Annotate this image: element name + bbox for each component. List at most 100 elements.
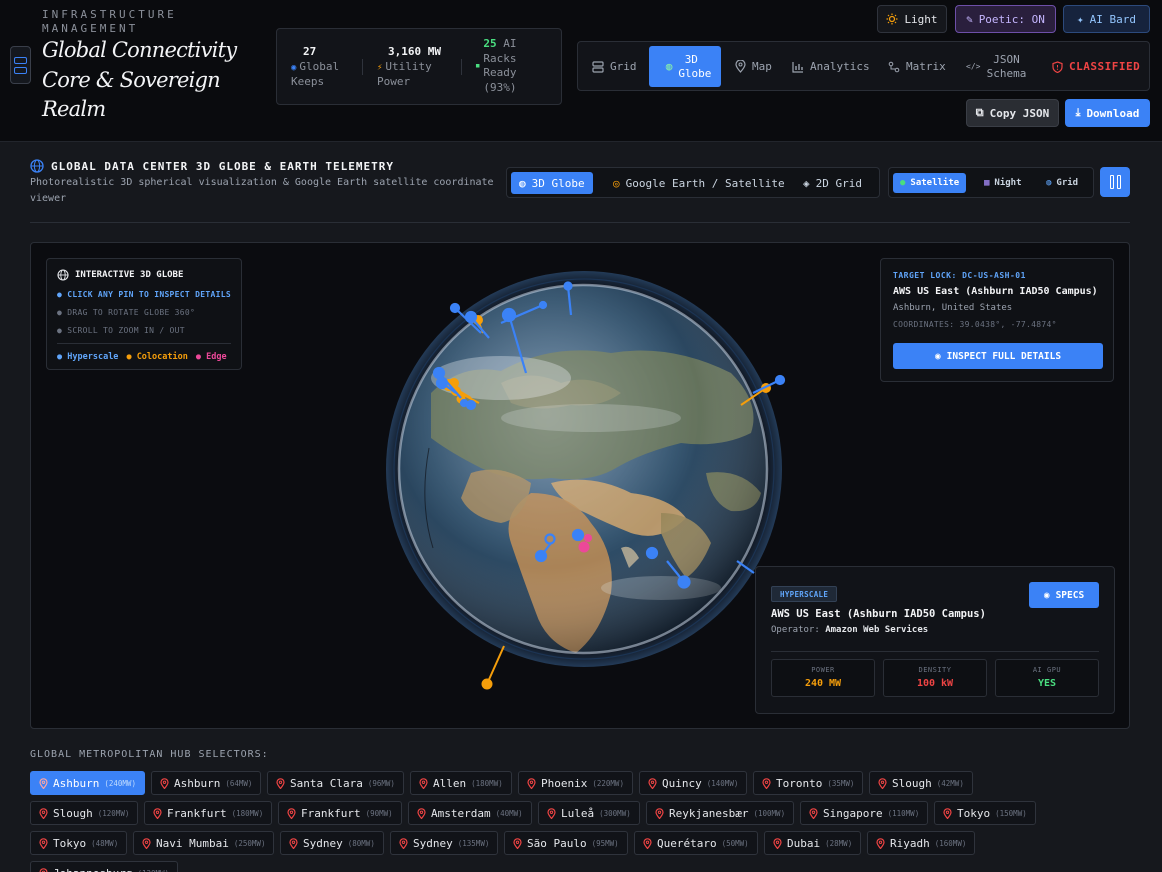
app-header: INFRASTRUCTURE MANAGEMENT Global Connect… (0, 0, 1162, 142)
hub-chip[interactable]: Sydney (80MW) (280, 831, 384, 855)
hub-capacity: (95MW) (591, 838, 619, 848)
hub-chip[interactable]: Luleå (300MW) (538, 801, 640, 825)
copy-json-button[interactable]: ⧉ Copy JSON (966, 99, 1059, 127)
legend-colocation: ● Colocation (126, 352, 188, 362)
tab-grid[interactable]: Grid (586, 46, 643, 87)
hub-chip[interactable]: Slough (42MW) (869, 771, 973, 795)
hub-chip[interactable]: Allen (180MW) (410, 771, 512, 795)
earth-sphere[interactable] (397, 283, 769, 655)
map-pin-icon (276, 777, 285, 789)
map-pin-icon (643, 837, 652, 849)
hub-capacity: (140MW) (706, 778, 739, 788)
hub-name: Dubai (787, 836, 821, 850)
poetic-toggle-button[interactable]: ✎ Poetic: ON (955, 5, 1056, 33)
hub-capacity: (135MW) (457, 838, 490, 848)
hub-name: Amsterdam (431, 806, 491, 820)
tab-analytics[interactable]: Analytics (786, 46, 876, 87)
map-pin-icon (655, 807, 664, 819)
hub-capacity: (110MW) (887, 808, 920, 818)
hub-chip[interactable]: Navi Mumbai (250MW) (133, 831, 275, 855)
sparkles-icon: ✦ (1077, 12, 1084, 26)
hub-chip[interactable]: Quincy (140MW) (639, 771, 748, 795)
help-line-drag: ● DRAG TO ROTATE GLOBE 360° (57, 308, 196, 317)
legend-edge: ● Edge (195, 352, 227, 362)
hub-capacity: (180MW) (471, 778, 503, 788)
hub-capacity: (100MW) (753, 808, 786, 818)
hub-chip[interactable]: Sydney (135MW) (390, 831, 499, 855)
hub-chip[interactable]: Tokyo (150MW) (934, 801, 1036, 825)
hub-capacity: (120MW) (97, 808, 130, 818)
hub-chip[interactable]: Toronto (35MW) (753, 771, 864, 795)
hub-chip[interactable]: Tokyo (48MW) (30, 831, 128, 855)
help-line-scroll: ● SCROLL TO ZOOM IN / OUT (57, 326, 185, 335)
download-icon: ⤓ (1075, 106, 1081, 119)
hub-capacity: (240MW) (104, 778, 136, 788)
ai-bard-button[interactable]: ✦ AI Bard (1063, 5, 1150, 33)
hub-name: Slough (892, 776, 932, 790)
legend-hyperscale: ● Hyperscale (57, 352, 119, 362)
split-view-button[interactable] (1100, 167, 1130, 197)
layer-night[interactable]: ▦ Night (977, 173, 1029, 193)
map-pin-icon (289, 837, 298, 849)
hub-capacity: (250MW) (233, 838, 266, 848)
hub-name: Tokyo (53, 836, 87, 850)
hub-chip[interactable]: Frankfurt (90MW) (278, 801, 402, 825)
mode-3d-globe[interactable]: ◍ 3D Globe (511, 172, 593, 194)
download-button[interactable]: ⤓ Download (1065, 99, 1150, 127)
header-eyebrow: INFRASTRUCTURE MANAGEMENT (42, 8, 177, 35)
tab-classified[interactable]: CLASSIFIED (1046, 46, 1146, 87)
hub-chip[interactable]: Dubai (28MW) (764, 831, 862, 855)
hub-chip[interactable]: Slough (120MW) (30, 801, 139, 825)
map-pin-icon (762, 777, 771, 789)
tab-matrix[interactable]: Matrix (882, 46, 952, 87)
chip-icon: ▪ (475, 61, 481, 71)
target-lock-id: TARGET LOCK: DC-US-ASH-01 (893, 271, 1026, 280)
light-theme-button[interactable]: Light (877, 5, 947, 33)
hub-name: Allen (433, 776, 467, 790)
view-switcher: Grid ◍ 3D Globe Map Analytics Matrix </>… (577, 41, 1150, 91)
hub-chip[interactable]: Phoenix (220MW) (518, 771, 633, 795)
city-lights-icon: ▦ (984, 178, 990, 188)
target-name: AWS US East (Ashburn IAD50 Campus) (893, 286, 1098, 297)
hub-chip[interactable]: Frankfurt (180MW) (144, 801, 273, 825)
mode-2d-grid[interactable]: ◈ 2D Grid (795, 172, 870, 194)
tab-3d-globe[interactable]: ◍ 3D Globe (649, 46, 721, 87)
stat-global-keeps: 27 ◉ Global Keeps (291, 45, 340, 88)
map-pin-icon (547, 807, 556, 819)
map-pin-icon (417, 807, 426, 819)
hub-chip[interactable]: Ashburn (64MW) (151, 771, 262, 795)
hub-chip[interactable]: Singapore (110MW) (800, 801, 929, 825)
hub-chip[interactable]: Amsterdam (40MW) (408, 801, 532, 825)
hub-capacity: (64MW) (225, 778, 253, 788)
globe-viewer[interactable]: INTERACTIVE 3D GLOBE ● CLICK ANY PIN TO … (30, 242, 1130, 729)
hub-name: Luleå (561, 806, 595, 820)
hub-name: Toronto (776, 776, 823, 790)
hub-capacity: (220MW) (592, 778, 624, 788)
layer-grid[interactable]: ◍ Grid (1039, 173, 1085, 193)
mode-google-earth[interactable]: ◎ Google Earth / Satellite (605, 172, 793, 194)
tab-json-schema[interactable]: </> JSON Schema (960, 46, 1032, 87)
layer-switcher: ● Satellite ▦ Night ◍ Grid (888, 167, 1094, 198)
metric-density: DENSITY 100 kW (883, 659, 987, 697)
map-pin-icon (39, 867, 48, 872)
hub-capacity: (40MW) (495, 808, 523, 818)
datacenter-name: AWS US East (Ashburn IAD50 Campus) (771, 608, 986, 620)
map-pin-icon (39, 807, 48, 819)
specs-button[interactable]: ◉ SPECS (1029, 582, 1099, 608)
tab-map[interactable]: Map (729, 46, 778, 87)
hub-name: Riyadh (890, 836, 930, 850)
hub-chip[interactable]: Ashburn (240MW) (30, 771, 145, 795)
grid-globe-icon: ◍ (1046, 178, 1052, 188)
columns-icon (1109, 175, 1114, 189)
hub-capacity: (160MW) (934, 838, 967, 848)
hub-chip[interactable]: Johannesburg (120MW) (30, 861, 179, 872)
hub-chip[interactable]: Santa Clara (96MW) (267, 771, 404, 795)
hub-chip[interactable]: Reykjanesbær (100MW) (646, 801, 795, 825)
help-line-click: ● CLICK ANY PIN TO INSPECT DETAILS (57, 290, 231, 299)
layer-satellite[interactable]: ● Satellite (893, 173, 967, 193)
hub-chip[interactable]: São Paulo (95MW) (504, 831, 628, 855)
target-location: Ashburn, United States (893, 303, 1013, 313)
hub-chip[interactable]: Riyadh (160MW) (867, 831, 976, 855)
hub-chip[interactable]: Querétaro (50MW) (634, 831, 758, 855)
inspect-details-button[interactable]: ◉ INSPECT FULL DETAILS (893, 343, 1103, 369)
